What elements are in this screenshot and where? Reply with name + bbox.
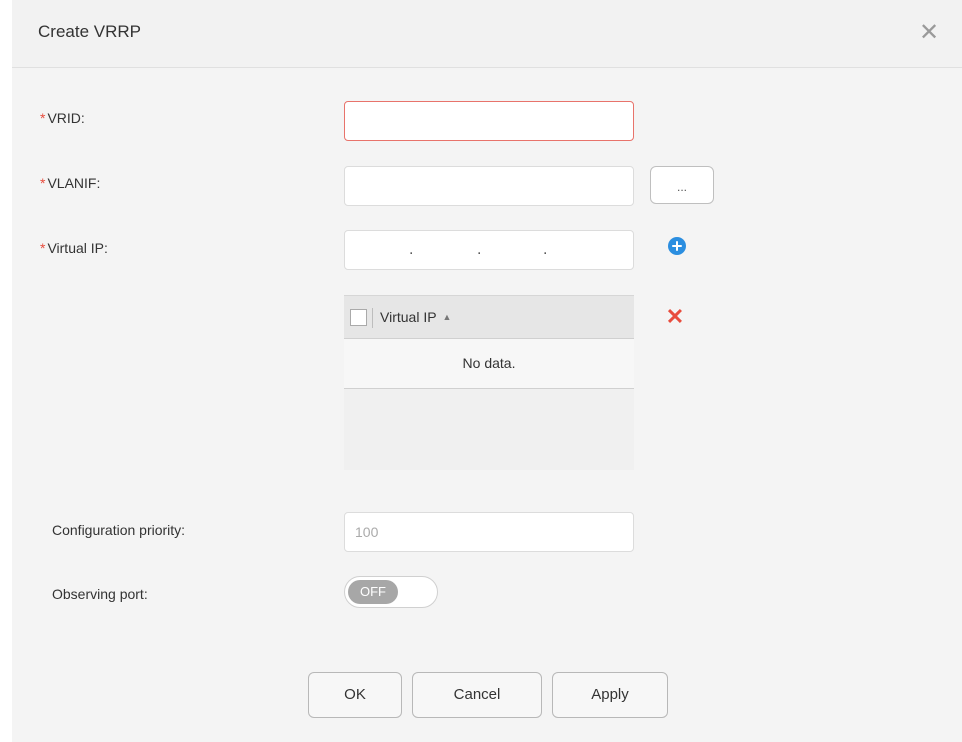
toggle-knob: OFF bbox=[348, 580, 398, 604]
empty-table-message: No data. bbox=[344, 339, 634, 389]
vrid-label: * VRID: bbox=[40, 110, 85, 126]
vlanif-label-text: VLANIF: bbox=[47, 175, 101, 191]
ok-button[interactable]: OK bbox=[308, 672, 402, 718]
ip-separator: . bbox=[477, 241, 482, 258]
delete-x-icon[interactable]: ✕ bbox=[664, 306, 686, 328]
vrid-input[interactable] bbox=[344, 101, 634, 141]
dialog-title: Create VRRP bbox=[38, 22, 141, 41]
vlanif-browse-button[interactable]: ... bbox=[650, 166, 714, 204]
observing-port-label: Observing port: bbox=[52, 586, 148, 602]
column-divider bbox=[372, 308, 373, 328]
virtual-ip-label: * Virtual IP: bbox=[40, 240, 108, 256]
vlanif-label: * VLANIF: bbox=[40, 175, 100, 191]
required-mark: * bbox=[40, 240, 46, 256]
column-header-label: Virtual IP bbox=[380, 309, 437, 325]
select-all-checkbox[interactable] bbox=[350, 309, 367, 326]
add-virtual-ip-icon[interactable] bbox=[668, 237, 686, 255]
virtual-ip-input[interactable]: . . . bbox=[344, 230, 634, 270]
ip-separator: . bbox=[409, 241, 414, 258]
cancel-button[interactable]: Cancel bbox=[412, 672, 542, 718]
table-header: Virtual IP ▲ bbox=[344, 295, 634, 339]
virtual-ip-label-text: Virtual IP: bbox=[47, 240, 108, 256]
required-mark: * bbox=[40, 175, 46, 191]
vrid-label-text: VRID: bbox=[47, 110, 85, 126]
sort-ascending-icon: ▲ bbox=[442, 312, 452, 322]
priority-input[interactable] bbox=[344, 512, 634, 552]
required-mark: * bbox=[40, 110, 46, 126]
ip-separator: . bbox=[543, 241, 548, 258]
observing-port-toggle[interactable]: OFF bbox=[344, 576, 438, 608]
dialog-header: Create VRRP ✕ bbox=[12, 0, 962, 68]
virtual-ip-column-header[interactable]: Virtual IP ▲ bbox=[380, 309, 451, 325]
close-icon[interactable]: ✕ bbox=[914, 18, 944, 48]
virtual-ip-table: Virtual IP ▲ No data. bbox=[344, 295, 634, 470]
priority-label: Configuration priority: bbox=[52, 522, 186, 538]
vlanif-input[interactable] bbox=[344, 166, 634, 206]
apply-button[interactable]: Apply bbox=[552, 672, 668, 718]
